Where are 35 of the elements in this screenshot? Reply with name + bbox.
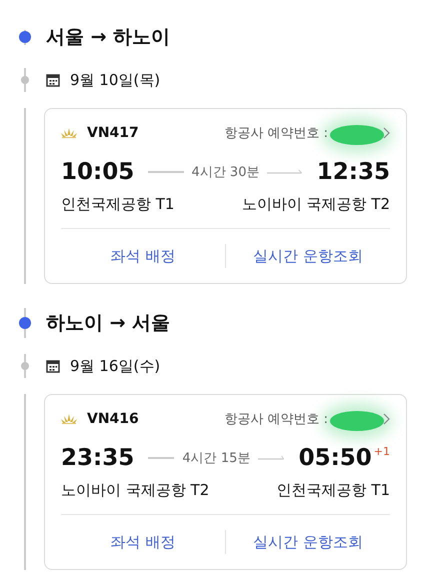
booking-number-label[interactable]: 항공사 예약번호 :: [224, 124, 328, 142]
timeline-dot: [21, 362, 29, 370]
arrow-line: [258, 455, 285, 461]
flight-status-button[interactable]: 실시간 운항조회: [226, 524, 390, 560]
seat-assignment-button[interactable]: 좌석 배정: [61, 238, 225, 274]
chevron-right-icon[interactable]: [383, 413, 390, 425]
seat-assignment-button[interactable]: 좌석 배정: [61, 524, 225, 560]
departure-time: 23:35: [61, 445, 134, 471]
route-title: 서울 → 하노이: [46, 25, 170, 50]
chevron-right-icon[interactable]: [383, 127, 390, 139]
flight-status-button[interactable]: 실시간 운항조회: [226, 238, 390, 274]
departure-airport: 인천국제공항 T1: [61, 195, 174, 214]
calendar-icon: [46, 73, 60, 87]
flight-date: 9월 16일(수): [70, 356, 160, 376]
timeline-dot: [19, 317, 31, 329]
lotus-icon: [61, 414, 77, 424]
booking-number-label[interactable]: 항공사 예약번호 :: [224, 410, 328, 428]
departure-time: 10:05: [61, 159, 134, 185]
flight-number: VN417: [87, 125, 139, 141]
departure-airport: 노이바이 국제공항 T2: [61, 481, 210, 500]
timeline-dot: [21, 76, 29, 84]
day-offset: +1: [374, 445, 390, 458]
arrival-time: 05:50: [298, 445, 372, 471]
arrival-time: 12:35: [316, 159, 390, 185]
arrival-airport: 인천국제공항 T1: [276, 481, 390, 500]
route-title: 하노이 → 서울: [46, 311, 170, 336]
calendar-icon: [46, 359, 60, 373]
timeline-dot: [19, 31, 31, 43]
arrow-line: [267, 169, 303, 175]
lotus-icon: [61, 128, 77, 138]
flight-duration: 4시간 15분: [182, 450, 250, 467]
flight-number: VN416: [87, 411, 139, 427]
flight-duration: 4시간 30분: [192, 164, 260, 181]
flight-date: 9월 10일(목): [70, 70, 160, 90]
arrival-airport: 노이바이 국제공항 T2: [242, 195, 390, 214]
